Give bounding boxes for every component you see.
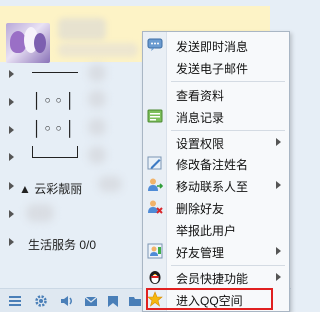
menu-item-label: 移动联系人至: [176, 180, 249, 194]
menu-separator: [171, 81, 285, 82]
group-life-count: 0/0: [79, 238, 97, 252]
group-count-obscured: [98, 176, 122, 192]
group-count-obscured: [88, 146, 106, 164]
menu-item-message-log[interactable]: 消息记录: [143, 106, 289, 126]
menu-item-member-shortcuts[interactable]: 会员快捷功能: [143, 267, 289, 287]
menu-item-send-email[interactable]: 发送电子邮件: [143, 57, 289, 77]
menu-item-permissions[interactable]: 设置权限: [143, 132, 289, 152]
expand-arrow-icon[interactable]: [9, 210, 14, 218]
menu-item-label: 会员快捷功能: [176, 272, 249, 286]
submenu-arrow-icon: [276, 181, 281, 189]
menu-separator: [171, 265, 285, 266]
menu-item-edit-remark[interactable]: 修改备注姓名: [143, 153, 289, 173]
submenu-arrow-icon: [276, 247, 281, 255]
group-life-label: 生活服务: [28, 238, 77, 252]
message-log-icon: [147, 109, 163, 123]
qq-penguin-icon: [149, 271, 161, 284]
menu-item-view-profile[interactable]: 查看资料: [143, 84, 289, 104]
menu-item-delete-friend[interactable]: 删除好友: [143, 197, 289, 217]
menu-item-move-contact[interactable]: 移动联系人至: [143, 175, 289, 195]
group-name-obscured[interactable]: │◦◦│: [32, 94, 76, 109]
contact-status-blurred: [58, 43, 138, 57]
group-name-obscured[interactable]: [32, 72, 78, 76]
group-name-obscured[interactable]: [32, 146, 78, 158]
expand-arrow-icon[interactable]: [9, 153, 14, 161]
menu-item-label: 修改备注姓名: [176, 158, 249, 172]
expand-arrow-icon[interactable]: [9, 238, 14, 246]
qzone-highlight-box: [146, 288, 273, 310]
menu-item-label: 删除好友: [176, 202, 225, 216]
chat-bubble-icon: [147, 38, 163, 51]
group-count-obscured: [88, 64, 106, 82]
expand-arrow-icon[interactable]: [9, 182, 14, 190]
favorites-icon[interactable]: [106, 294, 120, 308]
submenu-arrow-icon: [276, 138, 281, 146]
group-label-life-services[interactable]: 生活服务 0/0: [28, 236, 96, 253]
contact-list-panel: │◦◦│ │◦◦│ ▲ 云彩靓丽 生活服务 0/0: [0, 0, 270, 312]
menu-item-label: 消息记录: [176, 111, 225, 125]
volume-icon[interactable]: [60, 294, 74, 308]
menu-item-label: 好友管理: [176, 246, 225, 260]
menu-item-label: 设置权限: [176, 137, 225, 151]
avatar[interactable]: [6, 23, 50, 63]
contact-name-blurred: [58, 18, 106, 40]
edit-name-icon: [147, 156, 162, 170]
menu-item-label: 发送即时消息: [176, 40, 249, 54]
menu-item-send-im[interactable]: 发送即时消息: [143, 35, 289, 55]
folder-icon[interactable]: [128, 294, 142, 308]
menu-item-friend-manage[interactable]: 好友管理: [143, 241, 289, 261]
menu-item-label: 举报此用户: [176, 224, 237, 238]
menu-item-label: 发送电子邮件: [176, 62, 249, 76]
friend-manage-icon: [147, 243, 163, 259]
group-label-cloud[interactable]: ▲ 云彩靓丽: [19, 180, 82, 197]
delete-friend-icon: [148, 200, 163, 214]
menu-separator: [171, 130, 285, 131]
menu-icon[interactable]: [8, 294, 22, 308]
group-count-obscured: [88, 90, 106, 108]
menu-item-report-user[interactable]: 举报此用户: [143, 219, 289, 239]
group-name-obscured[interactable]: │◦◦│: [32, 122, 76, 137]
move-contact-icon: [148, 178, 163, 191]
submenu-arrow-icon: [276, 273, 281, 281]
expand-arrow-icon[interactable]: [9, 126, 14, 134]
expand-arrow-icon[interactable]: [9, 98, 14, 106]
mail-icon[interactable]: [84, 294, 98, 308]
group-count-obscured: [88, 118, 106, 136]
expand-arrow-icon[interactable]: [9, 70, 14, 78]
menu-item-label: 查看资料: [176, 89, 225, 103]
settings-gear-icon[interactable]: [34, 294, 48, 308]
context-menu: 发送即时消息 发送电子邮件 查看资料 消息记录 设置权限 修改备注姓名 移动联系…: [142, 31, 290, 312]
group-name-obscured[interactable]: [26, 204, 54, 222]
